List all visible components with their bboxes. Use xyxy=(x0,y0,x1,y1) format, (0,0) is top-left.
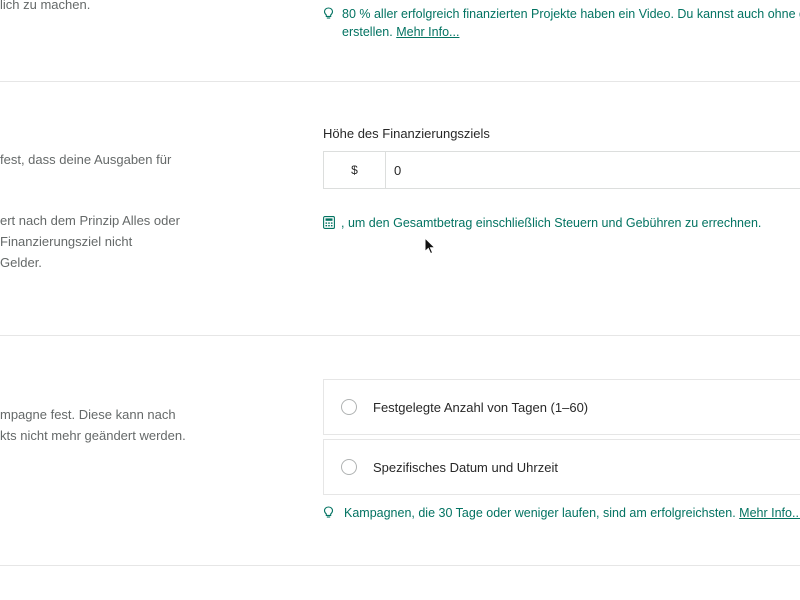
video-tip: 80 % aller erfolgreich finanzierten Proj… xyxy=(323,5,800,41)
mouse-cursor-icon xyxy=(424,237,436,255)
goal-description-line: Finanzierungsziel nicht xyxy=(0,234,133,249)
duration-option-label: Spezifisches Datum und Uhrzeit xyxy=(373,459,558,475)
lightbulb-icon xyxy=(323,7,334,19)
duration-tip-text: Kampagnen, die 30 Tage oder weniger lauf… xyxy=(344,506,736,520)
duration-option-fixed-days[interactable]: Festgelegte Anzahl von Tagen (1–60) xyxy=(323,379,800,435)
funding-goal-input[interactable] xyxy=(386,152,800,188)
calculator-note: , um den Gesamtbetrag einschließlich Ste… xyxy=(323,214,761,232)
video-section-description: lich zu machen. xyxy=(0,0,91,12)
duration-option-label: Festgelegte Anzahl von Tagen (1–60) xyxy=(373,399,589,415)
calculator-note-text: , um den Gesamtbetrag einschließlich Ste… xyxy=(341,216,762,230)
duration-option-specific-date[interactable]: Spezifisches Datum und Uhrzeit xyxy=(323,439,800,495)
goal-description-line: ert nach dem Prinzip Alles oder xyxy=(0,213,180,228)
duration-tip: Kampagnen, die 30 Tage oder weniger lauf… xyxy=(323,504,800,522)
currency-prefix: $ xyxy=(324,152,386,188)
funding-goal-field: $ xyxy=(323,151,800,189)
video-tip-text: 80 % aller erfolgreich finanzierten Proj… xyxy=(342,7,800,21)
section-divider xyxy=(0,565,800,566)
goal-description-line: fest, dass deine Ausgaben für xyxy=(0,152,172,167)
radio-button[interactable] xyxy=(341,399,357,415)
funding-goal-label: Höhe des Finanzierungsziels xyxy=(323,126,490,141)
campaign-settings-page: lich zu machen. 80 % aller erfolgreich f… xyxy=(0,0,800,600)
video-tip-text-line2: erstellen. xyxy=(342,25,393,39)
video-more-info-link[interactable]: Mehr Info... xyxy=(396,25,459,39)
calculator-icon[interactable] xyxy=(323,216,335,229)
section-divider xyxy=(0,335,800,336)
goal-description-line: Gelder. xyxy=(0,255,42,270)
duration-description-line: mpagne fest. Diese kann nach xyxy=(0,407,176,422)
duration-description-line: kts nicht mehr geändert werden. xyxy=(0,428,186,443)
radio-button[interactable] xyxy=(341,459,357,475)
duration-more-info-link[interactable]: Mehr Info... xyxy=(739,506,800,520)
section-divider xyxy=(0,81,800,82)
lightbulb-icon xyxy=(323,506,334,518)
